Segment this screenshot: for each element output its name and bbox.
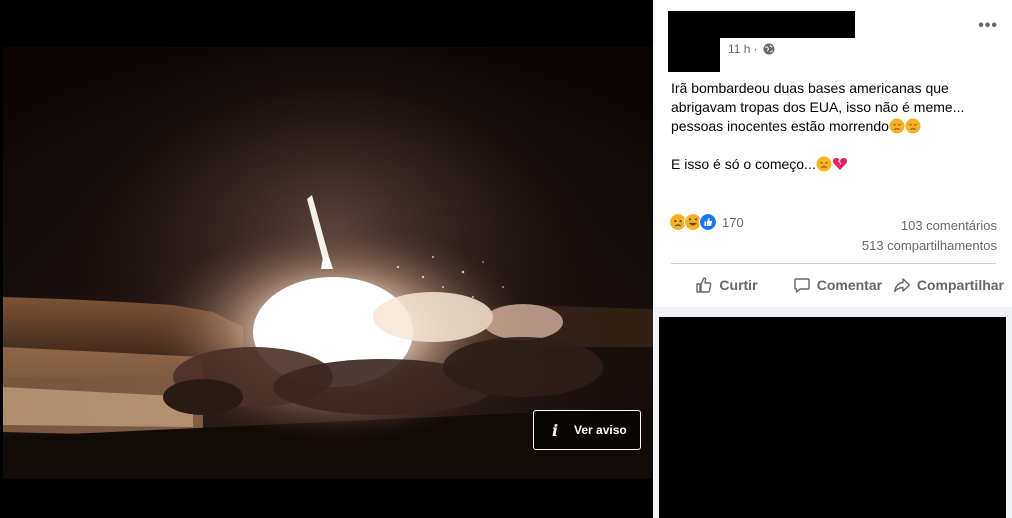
reaction-count: 170: [722, 214, 744, 230]
post-time[interactable]: 11 h: [728, 42, 750, 56]
info-icon: i: [551, 420, 559, 440]
comments-area-redacted: [659, 317, 1006, 518]
reactions-summary[interactable]: 170: [669, 213, 744, 231]
like-button[interactable]: Curtir: [671, 270, 782, 300]
more-options-button[interactable]: •••: [978, 17, 998, 35]
comment-icon: [794, 278, 810, 293]
view-warning-button[interactable]: i Ver aviso: [533, 410, 641, 450]
action-divider: [671, 263, 996, 264]
comment-button[interactable]: Comentar: [782, 270, 893, 300]
broken-heart-icon: [832, 157, 847, 170]
post-stats: 103 comentários 513 compartilhamentos: [862, 216, 997, 256]
comment-label: Comentar: [816, 277, 883, 293]
view-warning-label: Ver aviso: [574, 423, 627, 437]
avatar-redacted[interactable]: [668, 11, 720, 72]
sad-emoji-icon: [816, 156, 832, 172]
thumb-up-icon: [696, 277, 712, 293]
share-arrow-icon: [893, 278, 911, 293]
meta-separator: ·: [753, 42, 758, 56]
comments-count-link[interactable]: 103 comentários: [862, 216, 997, 236]
author-name-redacted[interactable]: [718, 11, 855, 38]
sad-emoji-icon: [889, 118, 905, 134]
media-viewer: i Ver aviso: [0, 0, 653, 518]
share-label: Compartilhar: [916, 277, 1004, 293]
post-sidebar: 11 h · ••• Irã bombardeou duas bases ame…: [653, 0, 1012, 518]
post-meta: 11 h ·: [728, 42, 775, 56]
post-body: Irã bombardeou duas bases americanas que…: [671, 79, 1001, 174]
post-paragraph-2: E isso é só o começo...: [671, 155, 1001, 174]
globe-icon[interactable]: [763, 43, 775, 55]
post-card: 11 h · ••• Irã bombardeou duas bases ame…: [655, 0, 1012, 307]
like-label: Curtir: [719, 277, 758, 293]
post-actions-bar: Curtir Comentar Compartilhar: [671, 270, 1004, 300]
shares-count-link[interactable]: 513 compartilhamentos: [862, 236, 997, 256]
sad-emoji-icon: [905, 118, 921, 134]
post-paragraph-1: Irã bombardeou duas bases americanas que…: [671, 80, 965, 134]
like-reaction-icon: [699, 213, 717, 231]
share-button[interactable]: Compartilhar: [893, 270, 1004, 300]
